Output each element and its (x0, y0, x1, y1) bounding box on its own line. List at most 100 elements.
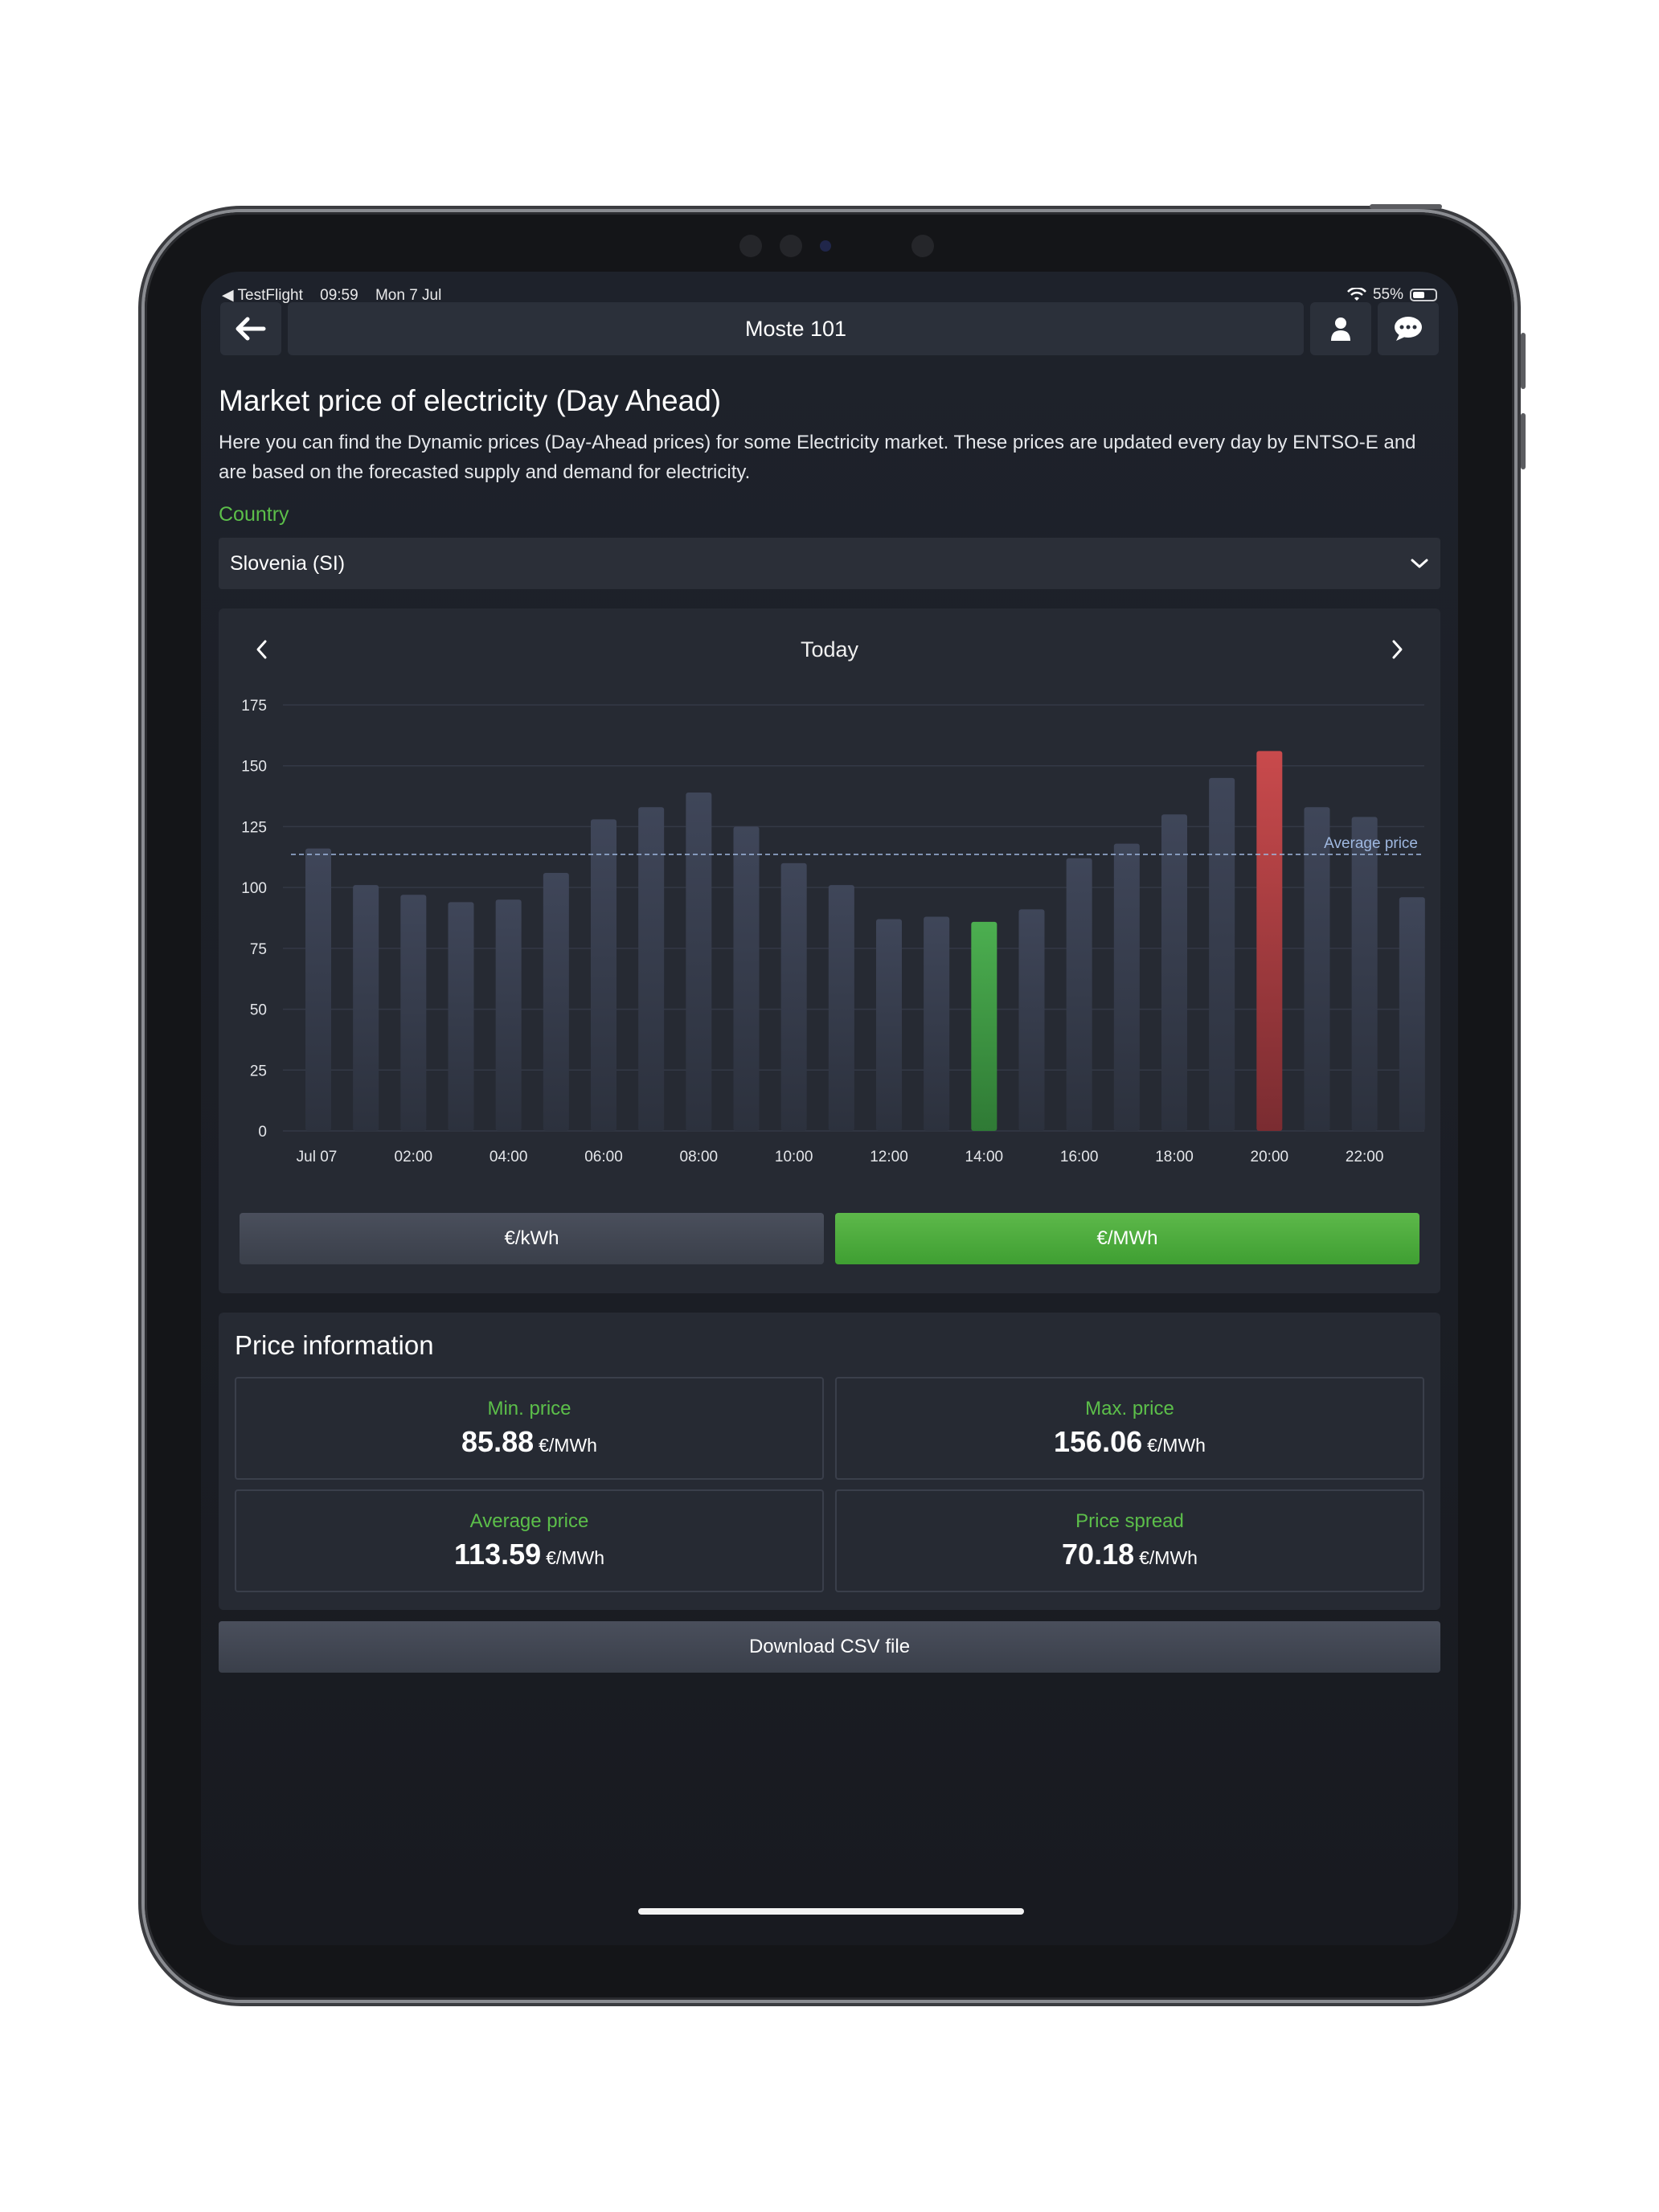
top-button (1370, 204, 1442, 209)
spread-price-label: Price spread (1075, 1510, 1184, 1532)
wifi-icon (1347, 288, 1366, 301)
status-time: 09:59 (320, 286, 358, 304)
price-bar[interactable] (876, 919, 902, 1131)
x-tick-label: 18:00 (1155, 1149, 1194, 1165)
page-title: Market price of electricity (Day Ahead) (219, 384, 722, 417)
price-bar[interactable] (638, 807, 665, 1131)
min-price-bar[interactable] (971, 921, 997, 1131)
tablet-device: ◀ TestFlight 09:59 Mon 7 Jul 55% Moste 1… (145, 204, 1526, 2000)
unit-toggle: €/kWh €/MWh (240, 1213, 1419, 1264)
x-tick-label: 14:00 (965, 1149, 1004, 1165)
price-bar[interactable] (780, 862, 807, 1131)
battery-icon (1410, 289, 1437, 301)
side-button (1521, 333, 1526, 389)
top-nav: Moste 101 (220, 302, 1439, 355)
camera-lens (820, 240, 831, 252)
price-bar[interactable] (828, 885, 854, 1131)
home-indicator (638, 1908, 1024, 1915)
y-tick-label: 100 (241, 880, 267, 897)
x-tick-label: 06:00 (584, 1149, 623, 1165)
battery-percent: 55% (1372, 286, 1403, 303)
x-tick-label: 10:00 (775, 1149, 813, 1165)
status-date: Mon 7 Jul (375, 286, 442, 304)
y-tick-label: 75 (250, 941, 267, 958)
x-tick-label: 12:00 (870, 1149, 908, 1165)
unit-kwh-button[interactable]: €/kWh (240, 1213, 824, 1264)
x-tick-label: Jul 07 (297, 1149, 338, 1165)
price-bar[interactable] (686, 793, 712, 1131)
person-icon (1331, 317, 1350, 341)
chat-bubble-icon (1395, 317, 1422, 341)
x-tick-label: 16:00 (1060, 1149, 1099, 1165)
main-content: Market price of electricity (Day Ahead) … (219, 384, 1440, 1673)
price-bar[interactable] (353, 885, 379, 1131)
unit-mwh-button[interactable]: €/MWh (835, 1213, 1419, 1264)
screen: ◀ TestFlight 09:59 Mon 7 Jul 55% Moste 1… (201, 272, 1458, 1945)
price-bar[interactable] (591, 819, 616, 1131)
price-bar-chart: 0 25 50 75 100 125 150 175 Average price Jul 07… (241, 698, 1425, 1165)
price-bar[interactable] (1161, 814, 1187, 1131)
arrow-left-icon (236, 317, 266, 341)
price-bar[interactable] (733, 826, 760, 1131)
average-price-label: Average price (1324, 835, 1418, 852)
back-button[interactable] (220, 302, 281, 355)
price-bar[interactable] (924, 916, 950, 1131)
price-bar[interactable] (448, 902, 474, 1131)
avg-price-cell: Average price 113.59 €/MWh (235, 1489, 824, 1592)
max-price-unit: €/MWh (1147, 1435, 1206, 1456)
price-bar[interactable] (1066, 858, 1092, 1131)
page-description: Here you can find the Dynamic prices (Da… (219, 432, 1416, 483)
spread-price-cell: Price spread 70.18 €/MWh (835, 1489, 1424, 1592)
side-button (1521, 413, 1526, 469)
price-bar[interactable] (1018, 909, 1045, 1131)
price-bar[interactable] (1113, 843, 1140, 1131)
min-price-unit: €/MWh (539, 1435, 597, 1456)
country-label: Country (219, 503, 289, 526)
price-bar[interactable] (1209, 777, 1235, 1131)
x-tick-label: 20:00 (1251, 1149, 1289, 1165)
camera-dot (739, 235, 762, 257)
chart-period-label: Today (800, 637, 859, 662)
download-csv-button[interactable]: Download CSV file (219, 1621, 1440, 1673)
max-price-value: 156.06 (1054, 1425, 1143, 1458)
price-info-title: Price information (235, 1330, 434, 1360)
camera-dot (911, 235, 934, 257)
y-tick-label: 150 (241, 759, 267, 776)
price-bar[interactable] (400, 895, 427, 1131)
avg-price-label: Average price (469, 1510, 589, 1532)
min-price-value: 85.88 (461, 1425, 535, 1458)
max-price-bar[interactable] (1256, 751, 1283, 1131)
max-price-label: Max. price (1085, 1398, 1174, 1419)
profile-button[interactable] (1310, 302, 1371, 355)
back-to-app-link[interactable]: ◀ TestFlight (222, 287, 303, 304)
chevron-down-icon (1411, 559, 1428, 568)
y-tick-label: 125 (241, 819, 267, 836)
price-bar[interactable] (495, 899, 522, 1131)
x-tick-label: 22:00 (1346, 1149, 1384, 1165)
price-bar[interactable] (1399, 897, 1425, 1131)
x-tick-label: 04:00 (490, 1149, 528, 1165)
avg-price-value: 113.59 (454, 1538, 542, 1571)
price-bar[interactable] (543, 872, 569, 1131)
price-chart-card: Today 0 25 50 75 100 125 150 175 Average… (219, 608, 1440, 1293)
chat-button[interactable] (1378, 302, 1439, 355)
price-info-grid: Min. price 85.88 €/MWh Max. price 156.06 €… (235, 1377, 1424, 1592)
nav-title: Moste 101 (288, 302, 1304, 355)
y-tick-label: 25 (250, 1063, 267, 1079)
min-price-cell: Min. price 85.88 €/MWh (235, 1377, 824, 1480)
chart-date-nav: Today (219, 629, 1440, 670)
max-price-cell: Max. price 156.06 €/MWh (835, 1377, 1424, 1480)
chevron-left-icon[interactable] (254, 638, 270, 661)
spread-price-unit: €/MWh (1139, 1547, 1198, 1568)
y-tick-label: 175 (241, 698, 267, 715)
price-bar[interactable] (1351, 817, 1378, 1131)
chevron-right-icon[interactable] (1389, 638, 1405, 661)
price-bar[interactable] (1304, 807, 1330, 1131)
y-tick-label: 50 (250, 1002, 267, 1019)
country-select[interactable]: Slovenia (SI) (219, 538, 1440, 589)
country-value: Slovenia (SI) (230, 551, 346, 575)
price-info-card: Price information Min. price 85.88 €/MWh … (219, 1313, 1440, 1610)
min-price-label: Min. price (487, 1398, 571, 1419)
price-bar[interactable] (305, 848, 331, 1131)
camera-dot (780, 235, 802, 257)
